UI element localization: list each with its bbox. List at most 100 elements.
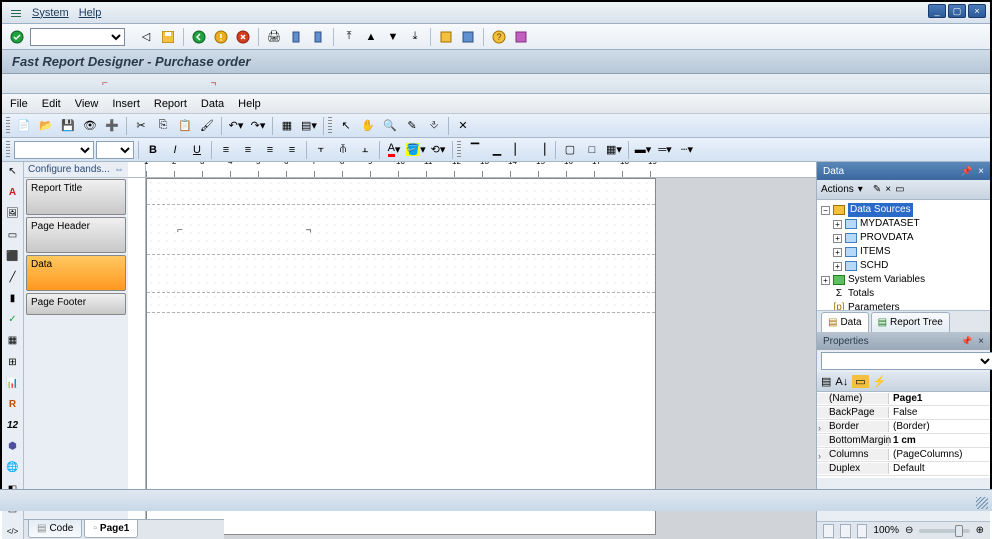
new-session-icon[interactable] <box>437 28 455 46</box>
format-copy-icon[interactable]: ⎀ <box>424 116 444 136</box>
shortcut-icon[interactable] <box>459 28 477 46</box>
table-tool-icon[interactable]: ▦ <box>5 333 21 348</box>
border-top-icon[interactable]: ▔ <box>465 140 485 160</box>
pin-icon[interactable]: 📌 <box>961 166 972 177</box>
tree-node-sysvars[interactable]: +System Variables <box>821 273 986 287</box>
font-size-combo[interactable] <box>96 141 134 159</box>
rd-menu-file[interactable]: File <box>10 98 28 110</box>
band-page-footer[interactable]: Page Footer <box>26 293 126 315</box>
props-row[interactable]: BottomMargin1 cm <box>817 434 990 448</box>
find-icon[interactable] <box>287 28 305 46</box>
cut-icon[interactable]: ✂ <box>131 116 151 136</box>
group-icon[interactable]: ▦ <box>277 116 297 136</box>
tree-node-dataset[interactable]: +PROVDATA <box>821 231 986 245</box>
border-right-icon[interactable]: ▕ <box>531 140 551 160</box>
print-icon[interactable]: 🖨 <box>265 28 283 46</box>
band-data[interactable]: Data <box>26 255 126 291</box>
configure-bands-link[interactable]: Configure bands... ⇔ <box>24 162 128 178</box>
tree-node-params[interactable]: [p]Parameters <box>821 301 986 310</box>
win-minimize-icon[interactable]: _ <box>928 4 946 18</box>
help-icon[interactable]: ? <box>490 28 508 46</box>
align-center-icon[interactable]: ≡ <box>238 140 258 160</box>
rd-menu-report[interactable]: Report <box>154 98 187 110</box>
next-page-icon[interactable]: ▼ <box>384 28 402 46</box>
win-close-icon[interactable]: × <box>968 4 986 18</box>
page-band-data[interactable] <box>147 255 655 293</box>
border-left-icon[interactable]: ▏ <box>509 140 529 160</box>
rd-menu-data[interactable]: Data <box>201 98 224 110</box>
hand-icon[interactable]: ✋ <box>358 116 378 136</box>
redo-icon[interactable]: ↷▾ <box>248 116 268 136</box>
open-icon[interactable]: 📂 <box>36 116 56 136</box>
shape-tool-icon[interactable]: ⬛ <box>5 249 21 264</box>
line-color-icon[interactable]: ▬▾ <box>633 140 653 160</box>
nav-exit-icon[interactable] <box>212 28 230 46</box>
actions-dropdown-icon[interactable]: ▾ <box>858 184 863 195</box>
line-width-icon[interactable]: ═▾ <box>655 140 675 160</box>
tab-page1[interactable]: ▫Page1 <box>84 520 138 538</box>
undo-icon[interactable]: ↶▾ <box>226 116 246 136</box>
props-row[interactable]: DuplexDefault <box>817 462 990 476</box>
tree-node-data-sources[interactable]: −Data Sources <box>821 203 986 217</box>
rich-tool-icon[interactable]: R <box>5 397 21 412</box>
copy-icon[interactable]: ⎘ <box>153 116 173 136</box>
check-tool-icon[interactable]: ✓ <box>5 312 21 327</box>
align-left-icon[interactable]: ≡ <box>216 140 236 160</box>
map-tool-icon[interactable]: 🌐 <box>5 460 21 475</box>
actions-menu[interactable]: Actions <box>821 184 854 195</box>
band-page-header[interactable]: Page Header <box>26 217 126 253</box>
matrix-tool-icon[interactable]: ⊞ <box>5 355 21 370</box>
prev-page-icon[interactable]: ▲ <box>362 28 380 46</box>
nav-back-icon[interactable] <box>190 28 208 46</box>
band-report-title[interactable]: Report Title <box>26 179 126 215</box>
zoom-out-icon[interactable]: ⊖ <box>905 525 913 536</box>
events-icon[interactable]: ⚡ <box>873 375 887 388</box>
valign-mid-icon[interactable]: ⫚ <box>333 140 353 160</box>
rd-menu-view[interactable]: View <box>75 98 99 110</box>
rd-menu-edit[interactable]: Edit <box>42 98 61 110</box>
preview-icon[interactable]: 👁 <box>80 116 100 136</box>
view-mode3-icon[interactable] <box>857 524 868 538</box>
valign-top-icon[interactable]: ⫟ <box>311 140 331 160</box>
text-rotate-icon[interactable]: ⟲▾ <box>428 140 448 160</box>
picture-tool-icon[interactable]: 🖼 <box>5 206 21 221</box>
props-row[interactable]: ›Border(Border) <box>817 420 990 434</box>
paste-icon[interactable]: 📋 <box>175 116 195 136</box>
border-style-icon[interactable]: ▦▾ <box>604 140 624 160</box>
format-paint-icon[interactable]: 🖌 <box>197 116 217 136</box>
code-tool-icon[interactable]: </> <box>5 524 21 539</box>
pin-icon[interactable]: 📌 <box>961 336 972 347</box>
first-page-icon[interactable]: ⤒ <box>340 28 358 46</box>
delete-ds-icon[interactable]: × <box>885 184 891 195</box>
zip-tool-icon[interactable]: ⬢ <box>5 439 21 454</box>
tree-node-dataset[interactable]: +ITEMS <box>821 245 986 259</box>
page-band-header[interactable]: ⌐ ¬ <box>147 205 655 255</box>
delete-icon[interactable]: ✕ <box>453 116 473 136</box>
rd-menu-help[interactable]: Help <box>238 98 261 110</box>
check-icon[interactable] <box>8 28 26 46</box>
view-mode1-icon[interactable] <box>823 524 834 538</box>
tcode-combo[interactable] <box>30 28 125 46</box>
cellular-tool-icon[interactable]: 12 <box>5 418 21 433</box>
save-icon[interactable] <box>159 28 177 46</box>
view-ds-icon[interactable]: ▭ <box>895 184 904 195</box>
categorize-icon[interactable]: ▤ <box>821 375 831 388</box>
menu-help[interactable]: Help <box>79 7 102 19</box>
ungroup-icon[interactable]: ▤▾ <box>299 116 319 136</box>
edit-icon[interactable]: ✎ <box>873 184 881 195</box>
zoom-slider[interactable] <box>919 529 969 533</box>
text-tool-icon[interactable]: A <box>5 185 21 200</box>
select-tool-icon[interactable]: ↖ <box>5 164 21 179</box>
pointer-icon[interactable]: ↖ <box>336 116 356 136</box>
close-panel-icon[interactable]: × <box>978 336 984 347</box>
rd-menu-insert[interactable]: Insert <box>112 98 140 110</box>
tab-code[interactable]: ▤Code <box>28 520 82 538</box>
border-bot-icon[interactable]: ▁ <box>487 140 507 160</box>
props-row[interactable]: ›Columns(PageColumns) <box>817 448 990 462</box>
barcode-tool-icon[interactable]: ▮ <box>5 291 21 306</box>
tab-report-tree[interactable]: ▤Report Tree <box>871 312 950 332</box>
border-none-icon[interactable]: □ <box>582 140 602 160</box>
line-tool-icon[interactable]: ╱ <box>5 270 21 285</box>
sort-icon[interactable]: A↓ <box>835 376 848 388</box>
sap-menu-icon[interactable] <box>8 5 24 21</box>
